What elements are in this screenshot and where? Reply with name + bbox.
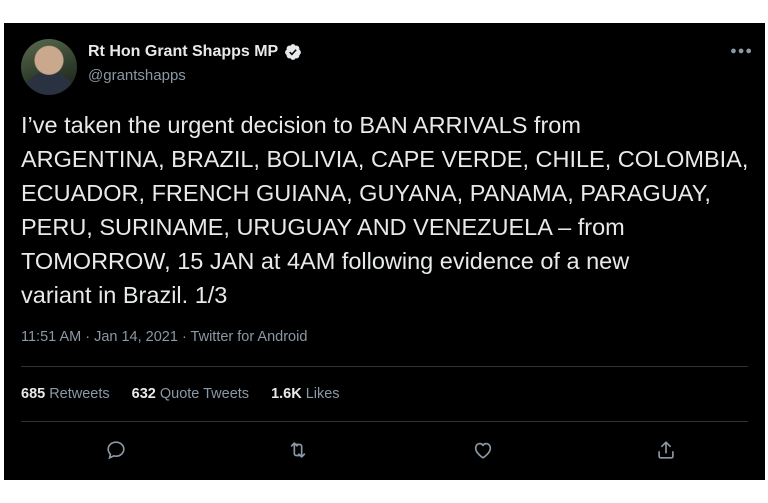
likes-stat[interactable]: 1.6K Likes [271, 386, 340, 402]
more-dots-icon[interactable]: ●●● [730, 45, 753, 57]
avatar[interactable] [21, 39, 77, 95]
divider [21, 366, 748, 367]
quote-tweets-stat[interactable]: 632 Quote Tweets [132, 386, 249, 402]
likes-label: Likes [305, 386, 340, 402]
tweet-text: I’ve taken the urgent decision to BAN AR… [21, 112, 749, 308]
retweet-icon[interactable] [286, 438, 310, 462]
likes-count: 1.6K [271, 386, 302, 402]
like-icon[interactable] [471, 438, 495, 462]
tweet-timestamp-meta[interactable]: 11:51 AM · Jan 14, 2021 · Twitter for An… [21, 329, 307, 345]
verified-badge-icon [284, 43, 302, 61]
retweets-count: 685 [21, 386, 46, 402]
author-name-row[interactable]: Rt Hon Grant Shapps MP [88, 43, 302, 61]
tweet-actions [4, 438, 765, 462]
reply-icon[interactable] [104, 438, 128, 462]
tweet-card: Rt Hon Grant Shapps MP @grantshapps ●●● … [4, 23, 765, 480]
divider [21, 421, 748, 422]
author-handle[interactable]: @grantshapps [88, 67, 186, 84]
retweets-label: Retweets [49, 386, 110, 402]
tweet-stats: 685 Retweets 632 Quote Tweets 1.6K Likes [21, 386, 340, 402]
quote-tweets-count: 632 [131, 386, 156, 402]
quote-tweets-label: Quote Tweets [159, 386, 250, 402]
retweets-stat[interactable]: 685 Retweets [21, 386, 110, 402]
share-icon[interactable] [654, 438, 678, 462]
author-display-name[interactable]: Rt Hon Grant Shapps MP [88, 43, 278, 61]
